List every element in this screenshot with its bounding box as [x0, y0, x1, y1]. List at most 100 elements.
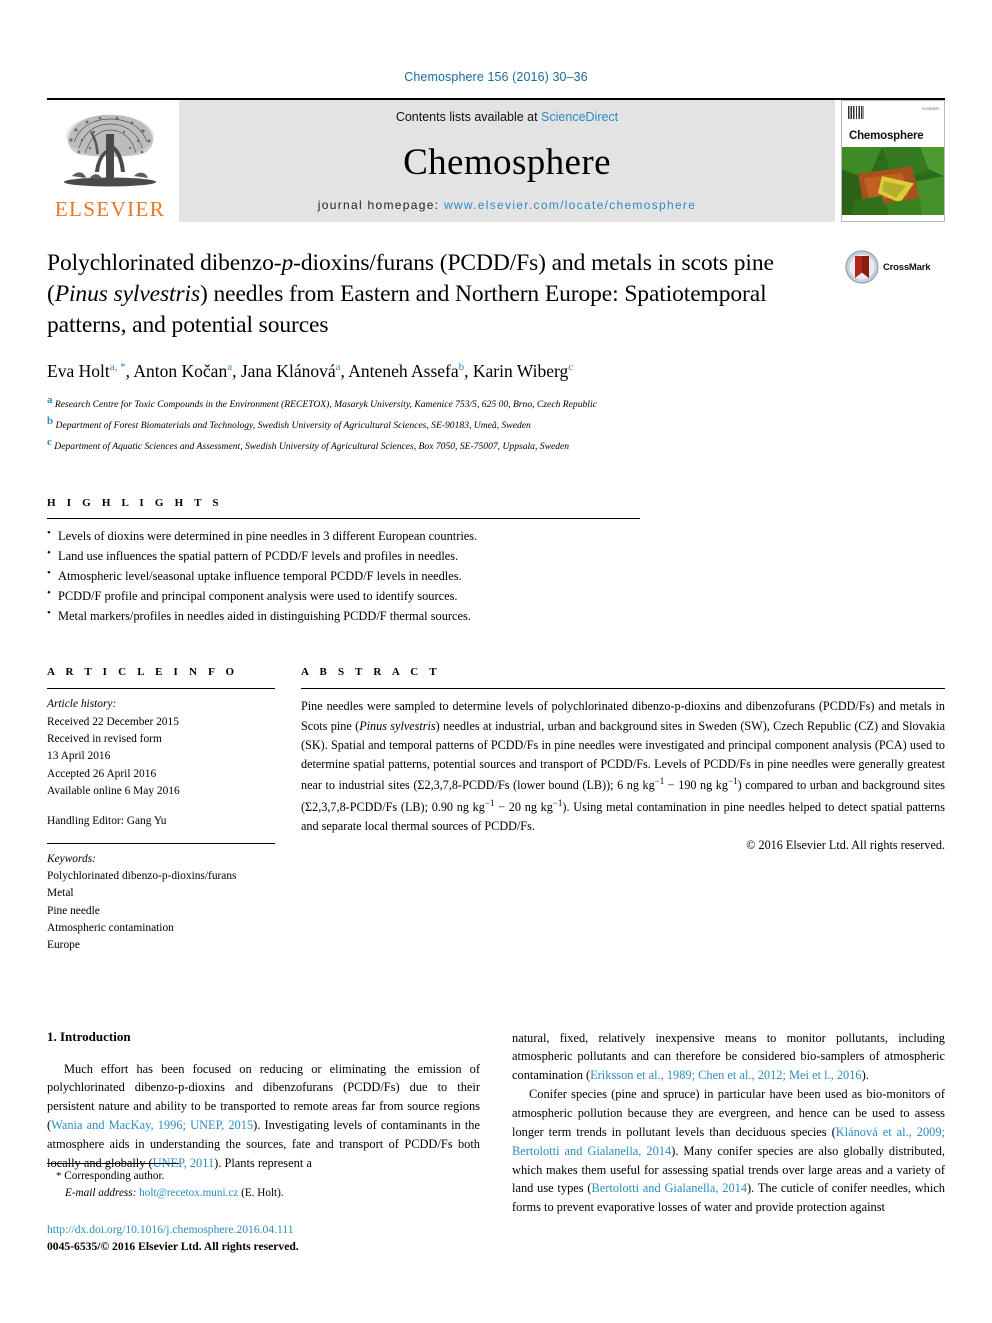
abstract-exp1: −1: [654, 776, 665, 787]
footnote-star: *: [56, 1170, 62, 1182]
affiliation-mark: b: [47, 414, 54, 427]
homepage-prefix: journal homepage:: [317, 198, 444, 212]
abstract-label: A B S T R A C T: [301, 666, 441, 679]
highlights-label: H I G H L I G H T S: [47, 496, 223, 509]
author-4: Karin Wibergc: [473, 361, 573, 381]
journal-homepage-line: journal homepage: www.elsevier.com/locat…: [318, 198, 696, 212]
history-item: 13 April 2016: [47, 750, 111, 763]
email-owner: (E. Holt).: [241, 1186, 284, 1199]
title-line1-b: -dioxins/furans (PCDD/Fs) and metals in: [293, 250, 676, 276]
affiliation-mark: a: [47, 393, 53, 406]
email-line: E-mail address: holt@recetox.muni.cz (E.…: [56, 1185, 467, 1202]
affiliation-c: c Department of Aquatic Sciences and Ass…: [47, 434, 945, 455]
cover-leaves-image: [842, 147, 944, 215]
email-label: E-mail address:: [65, 1186, 137, 1199]
abstract-text: Pine needles were sampled to determine l…: [301, 697, 945, 836]
affiliation-text: Department of Forest Biomaterials and Te…: [55, 419, 531, 431]
footnote-divider: [47, 1163, 179, 1164]
author-name: Karin Wiberg: [472, 361, 569, 381]
elsevier-logo: ELSEVIER: [47, 100, 173, 222]
journal-homepage-link[interactable]: www.elsevier.com/locate/chemosphere: [444, 198, 696, 212]
running-head: Chemosphere 156 (2016) 30–36: [404, 70, 588, 84]
author-name: Anteneh Assefa: [348, 361, 459, 381]
title-line2-ital: Pinus sylvestris: [54, 281, 200, 308]
page-title: Polychlorinated dibenzo-p-dioxins/furans…: [47, 248, 817, 341]
abstract-exp2: −1: [727, 776, 738, 787]
abstract-exp4: −1: [552, 797, 563, 808]
journal-header: ELSEVIER Contents lists available at Sci…: [47, 98, 945, 222]
citation-link[interactable]: Wania and MacKay, 1996; UNEP, 2015: [51, 1118, 253, 1132]
author-sup: a: [227, 361, 233, 374]
author-sup: a, *: [109, 361, 126, 374]
affiliation-a: a Research Centre for Toxic Compounds in…: [47, 392, 945, 413]
title-line2-b: ) needles from Eastern and Northern: [200, 281, 540, 308]
affiliation-text: Department of Aquatic Sciences and Asses…: [54, 441, 570, 453]
author-1: Anton Kočana: [133, 361, 232, 381]
cover-title: Chemosphere: [849, 130, 924, 142]
journal-title: Chemosphere: [403, 141, 611, 183]
author-2: Jana Klánováa: [241, 361, 341, 381]
crossmark-badge[interactable]: CrossMark: [845, 250, 945, 284]
footer-identifiers: http://dx.doi.org/10.1016/j.chemosphere.…: [47, 1222, 299, 1256]
title-line1-a: Polychlorinated dibenzo-: [47, 250, 282, 276]
body-paragraph: Conifer species (pine and spruce) in par…: [512, 1085, 945, 1217]
article-history: Article history: Received 22 December 20…: [47, 696, 275, 830]
cover-artwork: [842, 147, 944, 215]
citation-link[interactable]: Eriksson et al., 1989; Chen et al., 2012…: [590, 1068, 862, 1082]
keywords-block: Keywords: Polychlorinated dibenzo-p-diox…: [47, 851, 275, 955]
issn-copyright-line: 0045-6535/© 2016 Elsevier Ltd. All right…: [47, 1239, 299, 1253]
email-link[interactable]: holt@recetox.muni.cz: [139, 1187, 238, 1199]
abstract-section: A B S T R A C T Pine needles were sample…: [301, 666, 945, 954]
author-name: Anton Kočan: [133, 361, 228, 381]
elsevier-tree-icon: [64, 114, 156, 187]
corresponding-author-text: Corresponding author.: [64, 1170, 165, 1182]
keyword-item: Atmospheric contamination: [47, 921, 174, 934]
author-sup: c: [568, 361, 574, 374]
article-first-page: Chemosphere 156 (2016) 30–36 ELSEVIER Co…: [0, 0, 992, 1323]
history-item: Received 22 December 2015: [47, 715, 179, 728]
title-block: Polychlorinated dibenzo-p-dioxins/furans…: [47, 248, 945, 344]
author-sup: b: [458, 361, 465, 374]
doi-link[interactable]: http://dx.doi.org/10.1016/j.chemosphere.…: [47, 1223, 294, 1236]
keyword-item: Europe: [47, 939, 80, 952]
abstract-divider: [301, 688, 945, 690]
cover-corner-text: ELSEVIER: [922, 107, 939, 111]
corresponding-author-footnote: * Corresponding author. E-mail address: …: [47, 1163, 467, 1202]
highlight-item: PCDD/F profile and principal component a…: [47, 585, 945, 606]
citation-link[interactable]: Bertolotti and Gialanella, 2014: [592, 1181, 748, 1195]
abstract-part5: − 20 ng kg: [494, 799, 553, 814]
abstract-species: Pinus sylvestris: [359, 718, 436, 733]
highlights-list: Levels of dioxins were determined in pin…: [47, 525, 945, 626]
history-item: Accepted 26 April 2016: [47, 767, 157, 780]
author-name: Eva Holt: [47, 361, 110, 381]
author-0: Eva Holta, *: [47, 361, 126, 381]
journal-cover-thumbnail: ELSEVIER Chemosphere: [841, 100, 945, 222]
article-info-label: A R T I C L E I N F O: [47, 666, 239, 679]
body-paragraph: natural, fixed, relatively inexpensive m…: [512, 1029, 945, 1086]
cover-top: ELSEVIER Chemosphere: [842, 101, 944, 147]
highlights-section: H I G H L I G H T S Levels of dioxins we…: [47, 497, 945, 626]
affiliation-text: Research Centre for Toxic Compounds in t…: [54, 398, 597, 410]
article-info-divider: [47, 688, 275, 690]
highlight-item: Metal markers/profiles in needles aided …: [47, 605, 945, 626]
section-heading-introduction: 1. Introduction: [47, 1028, 131, 1044]
title-line1-ital: p: [281, 250, 294, 276]
author-3: Anteneh Assefab: [348, 361, 464, 381]
paragraph-text: ).: [861, 1068, 869, 1083]
affiliation-b: b Department of Forest Biomaterials and …: [47, 413, 945, 434]
keywords-label: Keywords:: [47, 852, 96, 865]
author-list: Eva Holta, *, Anton Kočana, Jana Klánová…: [47, 361, 574, 381]
crossmark-label: CrossMark: [883, 261, 931, 273]
sciencedirect-link[interactable]: ScienceDirect: [541, 110, 618, 124]
highlights-divider: [47, 517, 640, 519]
keyword-item: Pine needle: [47, 904, 100, 917]
affiliation-mark: c: [47, 435, 52, 448]
contents-line: Contents lists available at ScienceDirec…: [396, 110, 618, 124]
keywords-divider: [47, 842, 275, 844]
keyword-item: Metal: [47, 887, 74, 900]
abstract-part3: − 190 ng kg: [664, 778, 728, 793]
affiliation-list: a Research Centre for Toxic Compounds in…: [47, 392, 945, 455]
keyword-item: Polychlorinated dibenzo-p-dioxins/furans: [47, 869, 237, 882]
barcode-icon: [848, 106, 864, 119]
